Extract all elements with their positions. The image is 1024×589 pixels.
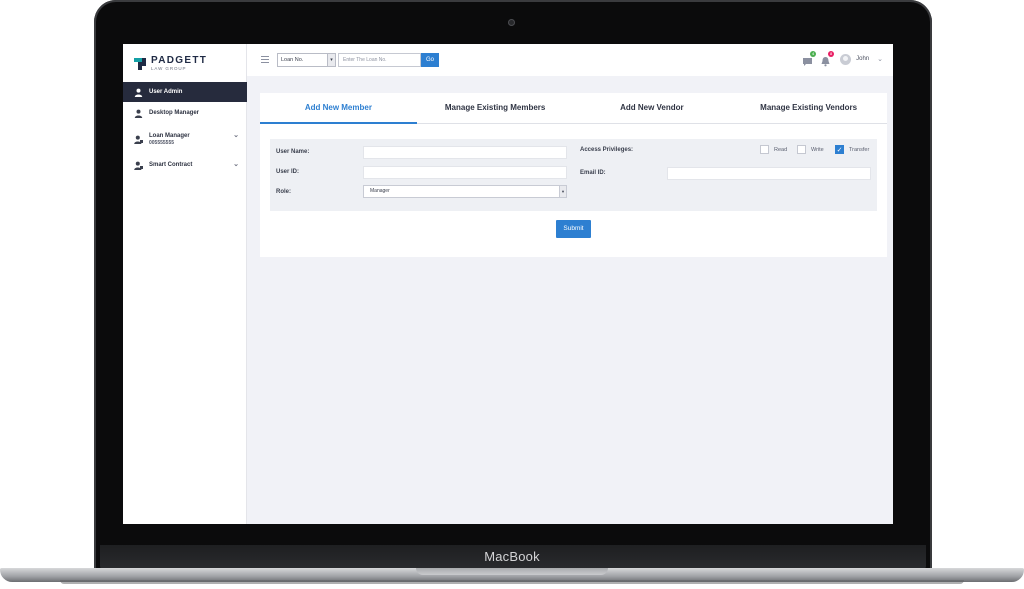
user-name-field[interactable]: [363, 146, 567, 159]
tab-manage-existing-members[interactable]: Manage Existing Members: [417, 93, 574, 123]
role-value: Manager: [370, 188, 390, 194]
logo[interactable]: PADGETT LAW GROUP: [134, 55, 207, 73]
add-member-form: User Name: User ID: Role: Manager ▾ Acce…: [270, 139, 877, 211]
member-card: Add New Member Manage Existing Members A…: [260, 93, 887, 257]
user-name-label: User Name:: [276, 149, 310, 155]
chevron-down-icon[interactable]: ⌄: [233, 131, 239, 139]
laptop-notch: [416, 568, 608, 575]
sidebar-item-user-admin[interactable]: User Admin: [123, 82, 247, 102]
checkbox-box[interactable]: [760, 145, 769, 154]
menu-toggle-icon[interactable]: [261, 56, 269, 63]
user-id-label: User ID:: [276, 169, 300, 175]
logo-mark-icon: [134, 58, 146, 70]
top-bar: Loan No. ▾ Enter The Loan No. Go 4 8 Joh…: [247, 44, 893, 76]
email-id-label: Email ID:: [580, 170, 606, 176]
notifications-badge: 8: [828, 50, 835, 57]
sidebar-item-loan-manager[interactable]: Loan Manager 005555555 ⌄: [123, 124, 247, 154]
write-label: Write: [811, 146, 824, 153]
sidebar-item-desktop-manager[interactable]: Desktop Manager: [123, 102, 247, 124]
role-select[interactable]: Manager ▾: [363, 185, 567, 198]
sidebar-item-label: Smart Contract: [149, 162, 193, 168]
notifications-icon[interactable]: 8: [820, 50, 835, 66]
user-name[interactable]: John: [856, 56, 869, 62]
logo-title: PADGETT: [151, 55, 208, 67]
submit-button[interactable]: Submit: [556, 220, 591, 238]
device-brand: MacBook: [484, 549, 540, 564]
checkbox-box[interactable]: [797, 145, 806, 154]
checkmark-icon[interactable]: ✓: [835, 145, 844, 154]
tab-bar: Add New Member Manage Existing Members A…: [260, 93, 887, 124]
desktop-user-icon: [134, 109, 143, 118]
transfer-label: Transfer: [849, 146, 870, 153]
select-arrow-icon: ▾: [327, 54, 335, 66]
email-id-field[interactable]: [667, 167, 871, 180]
messages-badge: 4: [810, 50, 817, 57]
select-arrow-icon: ▾: [559, 186, 566, 197]
sidebar: PADGETT LAW GROUP User Admin Desktop Man…: [123, 44, 247, 524]
transfer-checkbox[interactable]: ✓ Transfer: [835, 145, 869, 154]
app-screen: PADGETT LAW GROUP User Admin Desktop Man…: [123, 44, 893, 524]
camera-icon: [508, 19, 515, 26]
chevron-down-icon[interactable]: ⌄: [877, 55, 883, 63]
go-button[interactable]: Go: [421, 53, 439, 67]
read-label: Read: [774, 146, 788, 153]
loan-user-icon: [134, 135, 143, 144]
logo-subtitle: LAW GROUP: [151, 66, 187, 72]
access-privileges-label: Access Privileges:: [580, 147, 634, 153]
sidebar-item-label: Desktop Manager: [149, 110, 200, 116]
sidebar-item-label: Loan Manager: [149, 132, 190, 139]
loan-type-value: Loan No.: [281, 57, 304, 63]
top-bar-actions: 4 8 John ⌄: [802, 50, 883, 66]
tab-manage-existing-vendors[interactable]: Manage Existing Vendors: [730, 93, 887, 123]
tab-add-new-member[interactable]: Add New Member: [260, 93, 417, 124]
contract-user-icon: [134, 161, 143, 170]
messages-icon[interactable]: 4: [802, 50, 817, 66]
loan-type-select[interactable]: Loan No. ▾: [277, 53, 336, 67]
write-checkbox[interactable]: Write: [797, 145, 824, 154]
sidebar-item-sublabel: 005555555: [149, 139, 175, 146]
laptop-shadow: [60, 580, 964, 584]
user-icon: [134, 88, 143, 97]
sidebar-item-label: User Admin: [149, 89, 183, 95]
read-checkbox[interactable]: Read: [760, 145, 787, 154]
tab-add-new-vendor[interactable]: Add New Vendor: [574, 93, 731, 123]
role-label: Role:: [276, 189, 291, 195]
avatar[interactable]: [840, 53, 852, 65]
loan-number-input[interactable]: Enter The Loan No.: [338, 53, 421, 67]
sidebar-nav: User Admin Desktop Manager Loan Manager …: [123, 82, 247, 176]
sidebar-item-smart-contract[interactable]: Smart Contract ⌄: [123, 154, 247, 176]
user-id-field[interactable]: [363, 166, 567, 179]
chevron-down-icon[interactable]: ⌄: [233, 160, 239, 168]
